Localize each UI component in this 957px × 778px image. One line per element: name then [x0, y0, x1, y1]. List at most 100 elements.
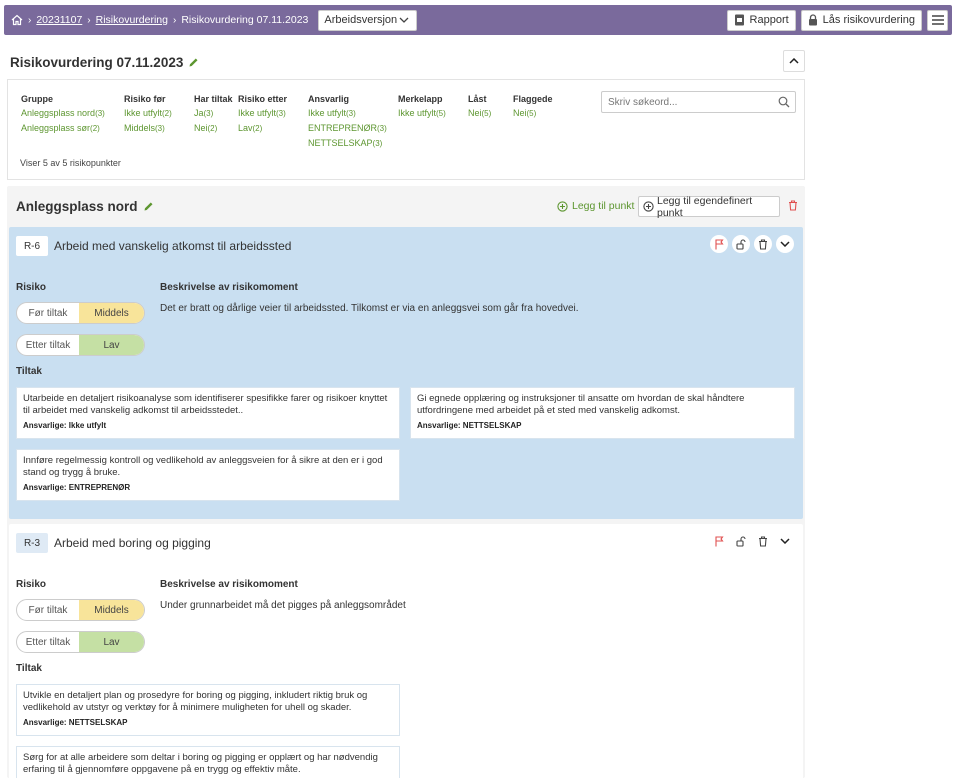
- filter-option[interactable]: Ikke utfylt(3): [238, 106, 287, 121]
- risk-group: Anleggsplass nord Legg til punkt Legg ti…: [7, 186, 805, 778]
- edit-group-pencil-icon[interactable]: [143, 201, 154, 212]
- risk-card: R-6 Arbeid med vanskelig atkomst til arb…: [9, 227, 803, 519]
- add-point-button[interactable]: Legg til punkt: [557, 200, 634, 212]
- unlock-icon[interactable]: [732, 532, 750, 550]
- risk-after-selector[interactable]: Etter tiltak Lav: [16, 334, 145, 356]
- measure-text: Utarbeide en detaljert risikoanalyse som…: [23, 393, 388, 416]
- version-select[interactable]: Arbeidsversjon: [318, 9, 418, 31]
- risk-before-selector[interactable]: Før tiltak Middels: [16, 599, 145, 621]
- filter-option[interactable]: Nei(5): [513, 106, 553, 121]
- risk-title[interactable]: Arbeid med vanskelig atkomst til arbeids…: [54, 239, 291, 253]
- lock-label: Lås risikovurdering: [822, 14, 915, 26]
- breadcrumb-section-link[interactable]: Risikovurdering: [96, 14, 168, 26]
- risk-after-value: Lav: [79, 335, 144, 355]
- measure-text: Sørg for at alle arbeidere som deltar i …: [23, 752, 378, 775]
- measures-label: Tiltak: [16, 366, 42, 377]
- plus-circle-icon: [643, 201, 654, 212]
- breadcrumb-current: Risikovurdering 07.11.2023: [181, 14, 309, 26]
- description-heading: Beskrivelse av risikomoment: [160, 579, 298, 590]
- flag-icon[interactable]: [710, 235, 728, 253]
- edit-title-pencil-icon[interactable]: [188, 57, 199, 68]
- filter-option[interactable]: Ja(3): [194, 106, 233, 121]
- filter-header: Ansvarlig: [308, 94, 350, 104]
- top-bar: › 20231107 › Risikovurdering › Risikovur…: [4, 5, 952, 35]
- measure-card[interactable]: Utvikle en detaljert plan og prosedyre f…: [16, 684, 400, 736]
- add-custom-point-button[interactable]: Legg til egendefinert punkt: [638, 194, 780, 219]
- risk-title[interactable]: Arbeid med boring og pigging: [54, 536, 211, 550]
- version-select-value: Arbeidsversjon: [324, 14, 398, 26]
- chevron-down-icon[interactable]: [776, 532, 794, 550]
- report-button[interactable]: Rapport: [726, 9, 796, 31]
- description-heading: Beskrivelse av risikomoment: [160, 282, 298, 293]
- risk-description: Under grunnarbeidet må det pigges på anl…: [160, 600, 406, 611]
- results-summary: Viser 5 av 5 risikopunkter: [20, 158, 121, 168]
- measure-card[interactable]: Sørg for at alle arbeidere som deltar i …: [16, 746, 400, 778]
- filter-column-flagged: Flaggede Nei(5): [513, 92, 553, 121]
- breadcrumb-project-link[interactable]: 20231107: [36, 14, 82, 26]
- risk-after-selector[interactable]: Etter tiltak Lav: [16, 631, 145, 653]
- breadcrumb-separator: ›: [173, 14, 177, 26]
- measure-responsible: Ansvarlige: NETTSELSKAP: [23, 718, 128, 727]
- plus-circle-icon: [557, 200, 568, 212]
- filter-header: Låst: [468, 94, 487, 104]
- measure-card[interactable]: Innføre regelmessig kontroll og vedlikeh…: [16, 449, 400, 501]
- filter-header: Gruppe: [21, 94, 54, 104]
- search-icon: [778, 96, 790, 108]
- filter-column-risk-after: Risiko etter Ikke utfylt(3) Lav(2): [238, 92, 287, 136]
- lock-assessment-button[interactable]: Lås risikovurdering: [800, 9, 922, 31]
- filter-option[interactable]: Anleggsplass sør(2): [21, 121, 105, 136]
- risk-before-value: Middels: [79, 600, 144, 620]
- flag-icon[interactable]: [710, 532, 728, 550]
- risk-before-label: Før tiltak: [28, 307, 68, 319]
- filter-option[interactable]: Middels(3): [124, 121, 172, 136]
- risk-after-value: Lav: [79, 632, 144, 652]
- trash-icon[interactable]: [754, 235, 772, 253]
- lock-icon: [808, 14, 818, 26]
- measure-card[interactable]: Gi egnede opplæring og instruksjoner til…: [410, 387, 795, 439]
- home-icon[interactable]: [11, 14, 23, 26]
- delete-group-trash-icon[interactable]: [788, 200, 798, 211]
- search-input[interactable]: Skriv søkeord...: [601, 91, 796, 113]
- risk-before-value: Middels: [79, 303, 144, 323]
- filter-header: Flaggede: [513, 94, 553, 104]
- filter-column-risk-before: Risiko før Ikke utfylt(2) Middels(3): [124, 92, 172, 136]
- measure-responsible: Ansvarlige: Ikke utfylt: [23, 421, 107, 430]
- card-actions: [710, 235, 794, 253]
- group-title: Anleggsplass nord: [16, 198, 138, 214]
- filter-option[interactable]: Ikke utfylt(5): [398, 106, 446, 121]
- card-actions: [710, 532, 794, 550]
- filter-option[interactable]: ENTREPRENØR(3): [308, 121, 387, 136]
- collapse-button[interactable]: [783, 50, 805, 72]
- risk-card: R-3 Arbeid med boring og pigging Risiko …: [9, 524, 803, 778]
- filter-column-responsible: Ansvarlig Ikke utfylt(3) ENTREPRENØR(3) …: [308, 92, 387, 151]
- filter-header: Risiko før: [124, 94, 166, 104]
- filter-option[interactable]: NETTSELSKAP(3): [308, 136, 387, 151]
- breadcrumb: › 20231107 › Risikovurdering › Risikovur…: [11, 14, 308, 26]
- pdf-icon: [734, 14, 745, 26]
- filter-option[interactable]: Anleggsplass nord(3): [21, 106, 105, 121]
- risk-label: Risiko: [16, 282, 47, 293]
- risk-before-selector[interactable]: Før tiltak Middels: [16, 302, 145, 324]
- add-point-label: Legg til punkt: [572, 200, 635, 212]
- measure-responsible: Ansvarlige: NETTSELSKAP: [417, 421, 522, 430]
- risk-description: Det er bratt og dårlige veier til arbeid…: [160, 303, 579, 314]
- filter-option[interactable]: Lav(2): [238, 121, 287, 136]
- risk-id-badge: R-3: [16, 533, 48, 553]
- filter-option[interactable]: Nei(5): [468, 106, 491, 121]
- menu-button[interactable]: [927, 9, 948, 31]
- add-custom-point-label: Legg til egendefinert punkt: [657, 194, 753, 219]
- filter-column-tag: Merkelapp Ikke utfylt(5): [398, 92, 446, 121]
- search-placeholder: Skriv søkeord...: [608, 96, 678, 108]
- filter-option[interactable]: Ikke utfylt(2): [124, 106, 172, 121]
- trash-icon[interactable]: [754, 532, 772, 550]
- measure-card[interactable]: Utarbeide en detaljert risikoanalyse som…: [16, 387, 400, 439]
- hamburger-icon: [931, 15, 944, 25]
- risk-after-label: Etter tiltak: [25, 339, 71, 351]
- filter-option[interactable]: Nei(2): [194, 121, 233, 136]
- group-header: Anleggsplass nord Legg til punkt Legg ti…: [7, 186, 805, 226]
- chevron-down-icon[interactable]: [776, 235, 794, 253]
- unlock-icon[interactable]: [732, 235, 750, 253]
- filter-option[interactable]: Ikke utfylt(3): [308, 106, 387, 121]
- breadcrumb-separator: ›: [87, 14, 91, 26]
- measure-text: Gi egnede opplæring og instruksjoner til…: [417, 393, 745, 416]
